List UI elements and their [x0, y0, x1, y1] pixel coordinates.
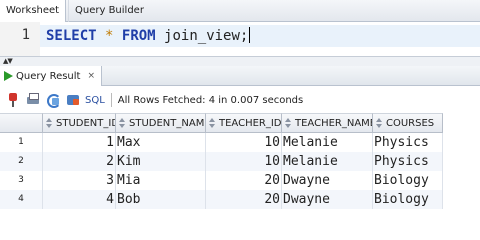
star-token: *: [105, 28, 114, 44]
keyword-select: SELECT: [46, 28, 97, 44]
tab-worksheet[interactable]: Worksheet: [0, 0, 67, 23]
result-tab-label: Query Result: [16, 70, 81, 82]
run-result-icon: [4, 71, 13, 81]
cell-teacher-id[interactable]: 20: [206, 171, 282, 190]
row-number: 2: [0, 152, 43, 171]
column-header-student-id[interactable]: STUDENT_ID: [43, 113, 116, 133]
text-caret: [249, 27, 251, 43]
column-header-student-name[interactable]: STUDENT_NAME: [116, 113, 206, 133]
cell-teacher-name[interactable]: Melanie: [282, 133, 373, 152]
sort-icon[interactable]: [285, 118, 292, 128]
cell-teacher-name[interactable]: Melanie: [282, 152, 373, 171]
cell-courses[interactable]: Physics: [373, 152, 443, 171]
row-number: 4: [0, 190, 43, 209]
cell-teacher-id[interactable]: 10: [206, 133, 282, 152]
sql-button[interactable]: SQL: [85, 95, 105, 106]
line-gutter: 1: [0, 22, 40, 56]
cell-student-id[interactable]: 2: [43, 152, 116, 171]
cell-student-name[interactable]: Max: [116, 133, 206, 152]
result-tabbar: Query Result ×: [0, 66, 480, 86]
cell-student-id[interactable]: 1: [43, 133, 116, 152]
sort-icon[interactable]: [119, 118, 126, 128]
row-number-header: [0, 113, 43, 133]
sort-icon[interactable]: [376, 118, 383, 128]
column-header-label: STUDENT_ID: [56, 117, 116, 129]
table-row[interactable]: 1 1 Max 10 Melanie Physics: [0, 133, 443, 152]
sort-icon[interactable]: [46, 118, 53, 128]
current-line[interactable]: SELECT * FROM join_view;: [40, 25, 480, 47]
table-row[interactable]: 3 3 Mia 20 Dwayne Biology: [0, 171, 443, 190]
column-header-label: COURSES: [386, 117, 435, 129]
tab-query-result[interactable]: Query Result ×: [0, 66, 103, 86]
pin-icon[interactable]: [5, 92, 21, 108]
splitter-arrows-icon[interactable]: ▲▼: [3, 57, 13, 65]
worksheet-tabbar: Worksheet Query Builder: [0, 0, 480, 23]
sort-icon[interactable]: [209, 118, 216, 128]
panel-splitter[interactable]: ▲▼: [0, 56, 480, 66]
cell-student-name[interactable]: Mia: [116, 171, 206, 190]
view-name-token: join_view;: [164, 28, 249, 44]
sql-icon[interactable]: [65, 92, 81, 108]
cell-teacher-id[interactable]: 20: [206, 190, 282, 209]
row-number: 1: [0, 133, 43, 152]
toolbar-divider: [110, 93, 112, 107]
cell-teacher-id[interactable]: 10: [206, 152, 282, 171]
column-header-label: TEACHER_NAME: [295, 117, 373, 129]
cell-student-id[interactable]: 3: [43, 171, 116, 190]
cell-courses[interactable]: Biology: [373, 190, 443, 209]
result-toolbar: SQL All Rows Fetched: 4 in 0.007 seconds: [0, 87, 480, 113]
cell-student-name[interactable]: Bob: [116, 190, 206, 209]
sql-statement[interactable]: SELECT * FROM join_view;: [46, 27, 251, 44]
column-header-label: TEACHER_ID: [219, 117, 282, 129]
column-header-label: STUDENT_NAME: [129, 117, 206, 129]
table-row[interactable]: 4 4 Bob 20 Dwayne Biology: [0, 190, 443, 209]
print-icon[interactable]: [25, 92, 41, 108]
cell-teacher-name[interactable]: Dwayne: [282, 190, 373, 209]
cell-courses[interactable]: Biology: [373, 171, 443, 190]
column-header-teacher-id[interactable]: TEACHER_ID: [206, 113, 282, 133]
close-icon[interactable]: ×: [87, 71, 95, 81]
cell-student-name[interactable]: Kim: [116, 152, 206, 171]
line-number: 1: [21, 27, 30, 43]
refresh-icon[interactable]: [45, 92, 61, 108]
cell-student-id[interactable]: 4: [43, 190, 116, 209]
result-grid[interactable]: STUDENT_ID STUDENT_NAME TEACHER_ID TEACH…: [0, 113, 480, 231]
sql-editor[interactable]: 1 SELECT * FROM join_view;: [0, 22, 480, 56]
cell-courses[interactable]: Physics: [373, 133, 443, 152]
cell-teacher-name[interactable]: Dwayne: [282, 171, 373, 190]
column-header-courses[interactable]: COURSES: [373, 113, 443, 133]
column-header-teacher-name[interactable]: TEACHER_NAME: [282, 113, 373, 133]
fetch-status: All Rows Fetched: 4 in 0.007 seconds: [117, 94, 304, 106]
tab-query-builder[interactable]: Query Builder: [68, 0, 150, 22]
table-row[interactable]: 2 2 Kim 10 Melanie Physics: [0, 152, 443, 171]
keyword-from: FROM: [121, 28, 156, 44]
row-number: 3: [0, 171, 43, 190]
